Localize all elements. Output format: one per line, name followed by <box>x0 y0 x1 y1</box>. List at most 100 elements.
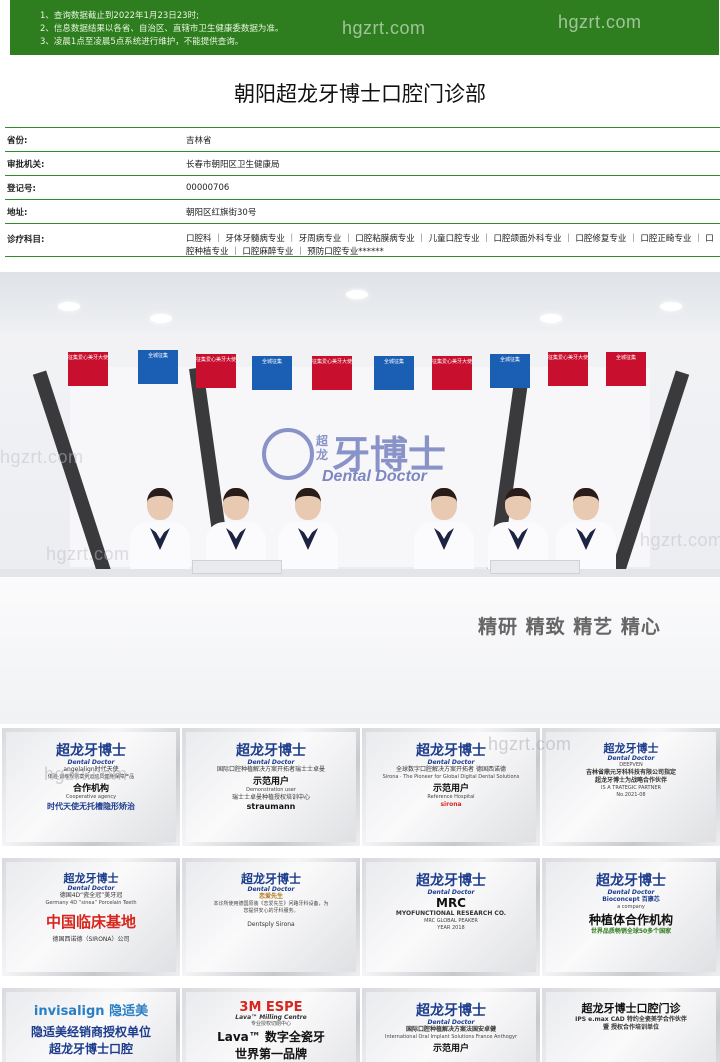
plaque-mid: 吉林省鼎元牙科科技有限公司指定 <box>585 769 676 776</box>
plaque-mid: 示范用户 <box>252 777 289 787</box>
plaque-top: 专业授权切削中心 <box>250 1021 291 1027</box>
ceiling-light <box>58 302 80 311</box>
plaque-mid: Germany 4D “sinea” Porcelain Teeth <box>45 900 137 906</box>
info-value: 00000706 <box>186 182 230 193</box>
plaque-top: Bioconcept 百康芯 <box>602 896 660 903</box>
banner-flag: 全城征集 <box>138 350 178 384</box>
watermark: hgzrt.com <box>46 544 130 564</box>
certificate-plaques: 超龙牙博士 Dental Doctor angelalign时代天使 体验·训练规… <box>0 724 720 1062</box>
plaque-bottom: 时代天使无托槽隐形矫治 <box>47 802 135 811</box>
notice-banner: 1、查询数据截止到2022年1月23日23时; 2、信息数据结果以各省、自治区、… <box>10 0 719 55</box>
plaque-top: 全球数字口腔解决方案开拓者 德国西诺德 <box>396 766 506 773</box>
reception-photo: 征集爱心美牙大使 全城征集 征集爱心美牙大使 全城征集 征集爱心美牙大使 全城征… <box>0 272 720 724</box>
info-value: 口腔科 ｜ 牙体牙髓病专业 ｜ 牙周病专业 ｜ 口腔粘膜病专业 ｜ 儿童口腔专业… <box>186 234 714 257</box>
info-label: 审批机关: <box>7 159 45 170</box>
plaque-top: 国际口腔种植解决方案开拓者瑞士士卓曼 <box>216 766 325 773</box>
info-row-address: 地址: 朝阳区红旗街30号 <box>5 200 720 224</box>
reception-counter <box>0 569 720 724</box>
plaque: 超龙牙博士 Dental Doctor Bioconcept 百康芯 a comp… <box>542 858 720 976</box>
plaque-mid: 本诊所使用德国原装《恋爱先生》问路牙科设备，为 <box>213 901 329 907</box>
plaque-title: 瑞士士卓曼种植授权培训中心 <box>231 794 310 801</box>
plaque-en: IS A TRATEGIC PARTNER <box>601 785 661 791</box>
plaque-bottom: 德国西诺德（SIRONA）公司 <box>52 936 130 943</box>
plaque-top: 国际口腔种植解决方案法国安卓健 <box>405 1026 496 1033</box>
plaque-title: 种植体合作机构 <box>588 913 673 927</box>
banner-flag: 征集爱心美牙大使 <box>196 354 236 388</box>
plaque-brand: 3M ESPE Lava™ Milling Centre <box>235 1000 307 1021</box>
tooth-emblem-icon <box>262 428 314 480</box>
plaque-bottom: 超龙牙博士口腔 <box>48 1042 133 1056</box>
counter-slogan: 精研 精致 精艺 精心 <box>478 616 661 638</box>
plaque-bottom: sirona <box>440 801 462 808</box>
watermark: hgzrt.com <box>44 764 128 784</box>
plaque: 超龙牙博士 Dental Doctor angelalign时代天使 体验·训练规… <box>2 728 180 846</box>
plaque-brand: 超龙牙博士 Dental Doctor <box>596 873 666 896</box>
plaque: 超龙牙博士 Dental Doctor 国际口腔种植解决方案开拓者瑞士士卓曼 示范… <box>182 728 360 846</box>
plaque-mid: a company <box>617 904 645 910</box>
info-label: 省份: <box>7 135 28 146</box>
info-row-reg-no: 登记号: 00000706 <box>5 176 720 200</box>
plaque-title: 暨 授权合作培训单位 <box>602 1024 660 1031</box>
plaque-bottom: 世界品质畅销全球50多个国家 <box>590 928 672 935</box>
plaque-brand: 超龙牙博士 Dental Doctor <box>63 872 119 892</box>
plaque-mid: MYOFUNCTIONAL RESEARCH CO. <box>395 910 507 917</box>
watermark: hgzrt.com <box>0 447 84 467</box>
info-value: 长春市朝阳区卫生健康局 <box>186 159 280 170</box>
watermark: hgzrt.com <box>342 18 426 38</box>
plaque-title: 中国临床基地 <box>45 913 136 931</box>
plaque-brand: 超龙牙博士 Dental Doctor <box>416 873 486 896</box>
ceiling-light <box>660 302 682 311</box>
plaque: 超龙牙博士 Dental Doctor 德国4D“瓷全冠”美牙冠 Germany … <box>2 858 180 976</box>
plaque-brand: 超龙牙博士 Dental Doctor <box>240 872 301 893</box>
plaque-bottom: straumann <box>246 802 296 811</box>
plaque-title: 示范用户 <box>432 1044 469 1054</box>
plaque-top: MRC <box>436 896 466 910</box>
ceiling <box>0 272 720 332</box>
plaque: 超龙牙博士 Dental Doctor 国际口腔种植解决方案法国安卓健 Inter… <box>362 988 540 1062</box>
page-title: 朝阳超龙牙博士口腔门诊部 <box>234 82 486 106</box>
plaque-bottom: Dentsply Sirona <box>247 921 295 928</box>
plaque-top: IPS e.max CAD 特约全瓷美学合作伙伴 <box>575 1016 687 1023</box>
info-row-authority: 审批机关: 长春市朝阳区卫生健康局 <box>5 152 720 176</box>
plaque: 超龙牙博士 Dental Doctor 恋爱先生 本诊所使用德国原装《恋爱先生》问… <box>182 858 360 976</box>
info-label: 诊疗科目: <box>7 235 45 245</box>
plaque-title: 隐适美经销商授权单位 <box>30 1025 151 1039</box>
clinic-logo: 超龙 牙博士 Dental Doctor <box>262 422 482 487</box>
info-value: 朝阳区红旗街30号 <box>186 207 257 218</box>
watermark: hgzrt.com <box>558 12 642 32</box>
info-label: 登记号: <box>7 183 36 194</box>
ceiling-light <box>540 314 562 323</box>
plaque: 3M ESPE Lava™ Milling Centre 专业授权切削中心 Lav… <box>182 988 360 1062</box>
plaque-brand: 超龙牙博士 Dental Doctor <box>56 743 126 766</box>
banner-flag: 全城征集 <box>606 352 646 386</box>
plaque-en: Reference Hospital <box>427 794 475 800</box>
plaque-en: YEAR 2018 <box>437 925 465 931</box>
logo-sub-text: Dental Doctor <box>322 468 427 485</box>
plaque-title: 超龙牙博士为战略合作伙伴 <box>594 777 667 784</box>
plaque-brand: invisalign 隐适美 <box>33 1004 149 1019</box>
plaque: 超龙牙博士口腔门诊 IPS e.max CAD 特约全瓷美学合作伙伴 暨 授权合… <box>542 988 720 1062</box>
staff-person <box>414 488 474 582</box>
banner-flag: 征集爱心美牙大使 <box>548 352 588 386</box>
banner-flag: 征集爱心美牙大使 <box>432 356 472 390</box>
banner-flag: 全城征集 <box>252 356 292 390</box>
plaque-title: MRC GLOBAL PEAKER <box>424 918 478 924</box>
plaque-top: DEEPVEN <box>619 762 643 768</box>
banner-flag: 全城征集 <box>374 356 414 390</box>
plaque-top: 德国4D“瓷全冠”美牙冠 <box>59 892 123 899</box>
plaque-brand: 超龙牙博士 Dental Doctor <box>236 743 306 766</box>
monitor <box>192 560 282 574</box>
ceiling-light <box>150 314 172 323</box>
logo-vertical-text: 超龙 <box>316 434 329 462</box>
watermark: hgzrt.com <box>640 530 720 550</box>
plaque-en: Cooperative agency <box>65 794 117 800</box>
plaque-en: Demonstration user <box>246 787 296 793</box>
plaque-title: 您提供安心的牙科服务。 <box>243 908 299 914</box>
banner-flag: 全城征集 <box>490 354 530 388</box>
plaque-title: 世界第一品牌 <box>234 1047 307 1061</box>
plaque: invisalign 隐适美 隐适美经销商授权单位 超龙牙博士口腔 <box>2 988 180 1062</box>
plaque: 超龙牙博士 Dental Doctor MRC MYOFUNCTIONAL RES… <box>362 858 540 976</box>
info-value: 吉林省 <box>186 135 212 146</box>
info-row-province: 省份: 吉林省 <box>5 128 720 152</box>
banner-flag: 征集爱心美牙大使 <box>68 352 108 386</box>
